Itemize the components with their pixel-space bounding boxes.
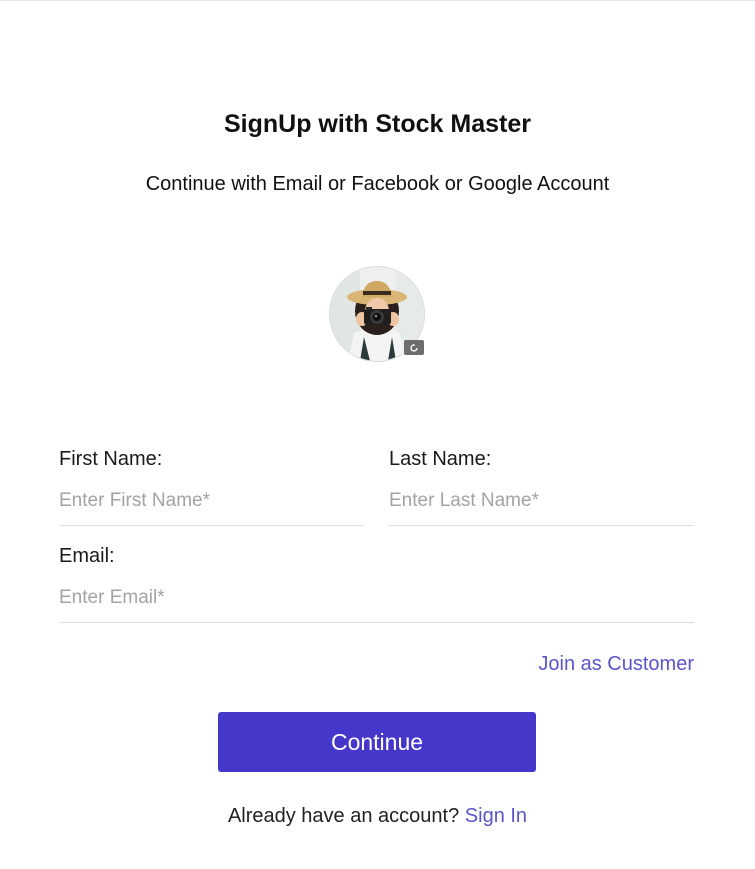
email-label: Email: [59,545,115,567]
signin-prompt-text: Already have an account? [227,805,460,827]
last-name-label: Last Name: [389,448,492,470]
top-divider [0,0,755,1]
continue-button[interactable]: Continue [218,712,536,772]
first-name-label: First Name: [59,448,163,470]
refresh-icon[interactable] [404,340,424,355]
page-subtitle: Continue with Email or Facebook or Googl… [145,173,610,195]
last-name-input[interactable] [389,486,694,526]
page-title: SignUp with Stock Master [224,110,531,138]
avatar-upload[interactable] [329,266,425,362]
join-as-customer-link[interactable]: Join as Customer [538,653,694,676]
signin-prompt: Already have an account? Sign In [0,805,755,828]
email-input[interactable] [59,583,694,623]
refresh-glyph [410,343,418,352]
sign-in-link[interactable]: Sign In [465,805,527,827]
first-name-input[interactable] [59,486,363,526]
